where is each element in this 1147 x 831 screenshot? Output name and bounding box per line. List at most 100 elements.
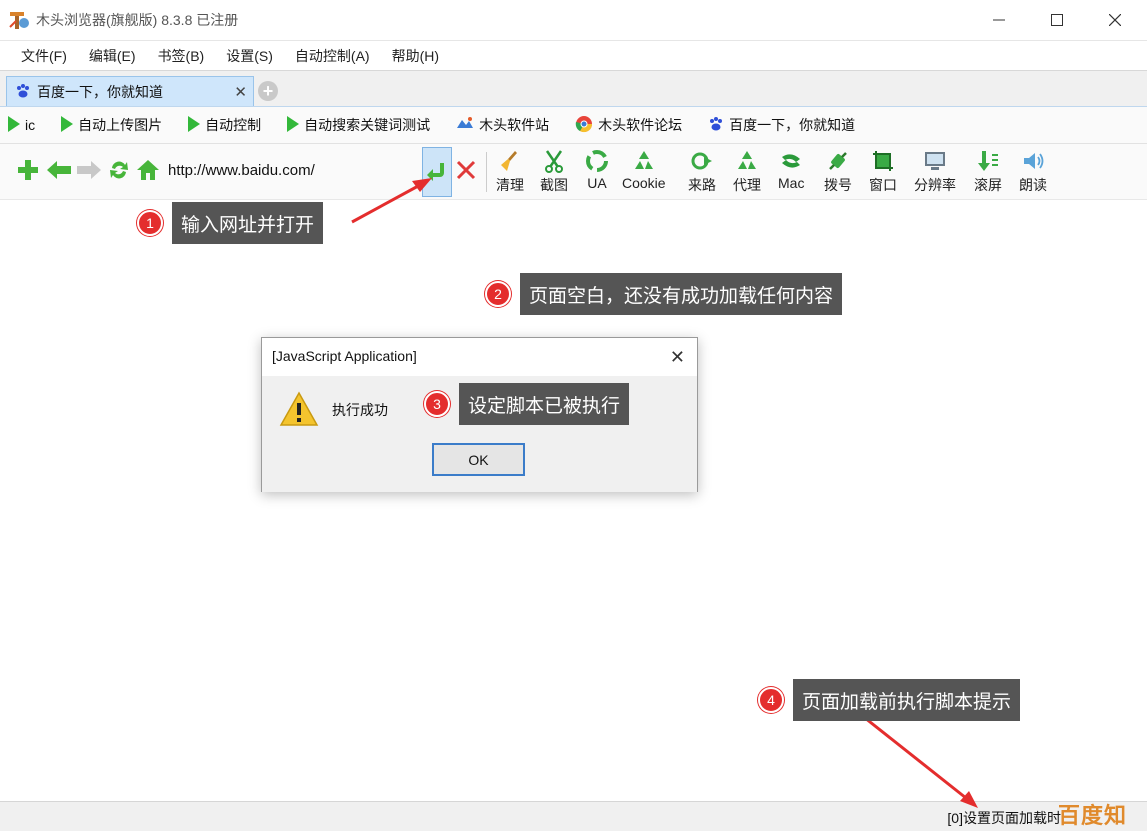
minimize-icon [993,19,1005,21]
status-bar: [0]设置页面加载时 [0,801,1147,831]
tool-label: 清理 [496,177,524,193]
menu-file[interactable]: 文件(F) [10,46,78,66]
menu-auto-control[interactable]: 自动控制(A) [284,46,381,66]
ua-recycle-icon [585,148,609,174]
go-button[interactable] [422,147,452,197]
baidu-paw-icon [15,83,31,102]
bookmarks-bar: ic 自动上传图片 自动控制 自动搜索关键词测试 木头软件站 木头软件论坛 百度… [0,106,1147,144]
minimize-button[interactable] [970,0,1028,40]
referer-icon [690,148,714,174]
annotation-text: 页面加载前执行脚本提示 [793,679,1021,721]
dialog-message: 执行成功 [332,402,388,418]
tool-label: Cookie [622,175,666,191]
annotation-1: 1 输入网址并打开 [137,202,324,244]
forward-arrow-icon[interactable] [76,158,102,185]
annotation-4: 4 页面加载前执行脚本提示 [758,679,1021,721]
play-icon [188,115,201,135]
bookmark-item[interactable]: 自动上传图片 [61,115,162,135]
bookmark-label: 自动上传图片 [78,117,163,133]
tool-referer-button[interactable]: 来路 [688,148,716,195]
tool-label: 朗读 [1019,177,1047,193]
app-logo-icon [8,9,30,31]
bookmark-item[interactable]: 百度一下，你就知道 [708,115,855,135]
proxy-recycle-icon [735,148,759,174]
tool-cookie-button[interactable]: Cookie [622,148,666,191]
tool-clean-button[interactable]: 清理 [496,148,524,195]
menu-settings[interactable]: 设置(S) [215,46,284,66]
monitor-icon [923,148,947,174]
add-icon[interactable] [16,158,40,185]
bookmark-item[interactable]: 自动搜索关键词测试 [287,115,430,135]
status-text: [0]设置页面加载时 [947,810,1061,826]
new-tab-button[interactable]: + [258,81,278,101]
tool-proxy-button[interactable]: 代理 [733,148,761,195]
menu-edit[interactable]: 编辑(E) [78,46,147,66]
site-icon [456,116,474,135]
annotation-text: 设定脚本已被执行 [459,383,630,425]
tool-label: 滚屏 [974,177,1002,193]
mac-icon [779,148,803,174]
window-crop-icon [871,148,895,174]
tool-label: Mac [778,175,805,191]
menu-bookmarks[interactable]: 书签(B) [147,46,216,66]
tool-ua-button[interactable]: UA [585,148,609,191]
tool-label: 窗口 [869,177,897,193]
maximize-button[interactable] [1028,0,1086,40]
bookmark-item[interactable]: ic [8,115,36,135]
menu-help[interactable]: 帮助(H) [381,46,450,66]
tool-label: UA [587,175,607,191]
tool-scroll-button[interactable]: 滚屏 [974,148,1002,195]
ok-button[interactable]: OK [432,443,525,476]
annotation-2: 2 页面空白，还没有成功加载任何内容 [485,273,843,315]
annotation-text: 页面空白，还没有成功加载任何内容 [520,273,843,315]
window-title: 木头浏览器(旗舰版) 8.3.8 已注册 [36,12,239,28]
menu-bar: 文件(F) 编辑(E) 书签(B) 设置(S) 自动控制(A) 帮助(H) [0,40,1147,70]
bookmark-label: 自动控制 [205,117,262,133]
broom-icon [499,148,521,174]
address-input[interactable]: http://www.baidu.com/ [168,162,315,179]
dialog-title-bar: [JavaScript Application] ✕ [262,338,697,376]
bookmark-label: ic [25,117,36,133]
dialog-close-button[interactable]: ✕ [670,347,685,368]
refresh-icon[interactable] [108,158,130,185]
bookmark-item[interactable]: 自动控制 [188,115,261,135]
tool-label: 截图 [540,177,568,193]
play-icon [8,115,20,135]
close-icon [1109,14,1121,26]
close-window-button[interactable] [1086,0,1144,40]
play-icon [61,115,74,135]
home-icon[interactable] [136,158,160,185]
back-arrow-icon[interactable] [46,158,72,185]
tool-read-aloud-button[interactable]: 朗读 [1019,148,1047,195]
bookmark-label: 木头软件站 [479,117,550,133]
bookmark-item[interactable]: 木头软件站 [456,115,549,135]
scissors-icon [543,148,565,174]
scroll-down-icon [976,148,1000,174]
tool-dial-button[interactable]: 拨号 [824,148,852,195]
tool-label: 分辨率 [914,177,956,193]
bookmark-item[interactable]: 木头软件论坛 [575,115,682,136]
tab-baidu[interactable]: 百度一下，你就知道 ✕ [6,76,254,107]
play-icon [287,115,300,135]
tool-window-button[interactable]: 窗口 [869,148,897,195]
cookie-recycle-icon [632,148,656,174]
title-bar: 木头浏览器(旗舰版) 8.3.8 已注册 [0,0,1147,40]
dialog-title: [JavaScript Application] [272,348,417,364]
baidu-paw-icon [708,116,724,135]
tab-bar: 百度一下，你就知道 ✕ + [0,70,1147,107]
tool-mac-button[interactable]: Mac [778,148,804,191]
tab-close-icon[interactable]: ✕ [234,83,247,101]
tool-screenshot-button[interactable]: 截图 [540,148,568,195]
annotation-number: 4 [758,687,784,713]
chrome-icon [575,115,593,136]
annotation-number: 3 [424,391,450,417]
annotation-number: 2 [485,281,511,307]
tool-label: 代理 [733,177,761,193]
speaker-icon [1021,148,1045,174]
stop-button[interactable] [455,159,477,184]
tab-label: 百度一下，你就知道 [37,84,163,100]
tool-label: 来路 [688,177,716,193]
bookmark-label: 木头软件论坛 [598,117,683,133]
tool-resolution-button[interactable]: 分辨率 [914,148,956,195]
enter-arrow-icon [427,163,444,181]
